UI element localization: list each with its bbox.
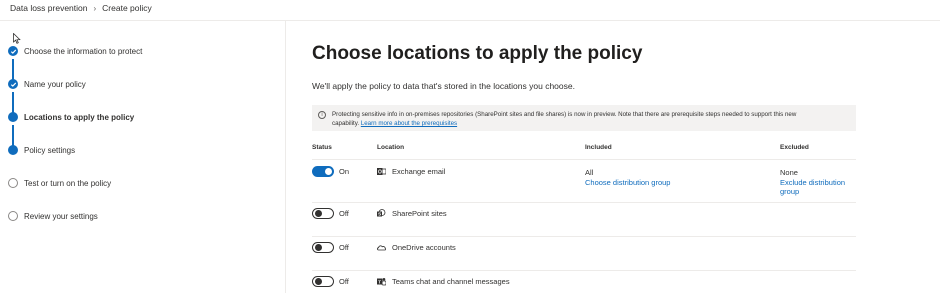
- page-title: Choose locations to apply the policy: [312, 43, 643, 64]
- sharepoint-sites-toggle[interactable]: [312, 208, 334, 219]
- choose-distribution-group-link[interactable]: Choose distribution group: [585, 178, 670, 187]
- learn-more-link[interactable]: Learn more about the prerequisites: [361, 120, 457, 127]
- onedrive-accounts-toggle[interactable]: [312, 242, 334, 253]
- toggle-state-label: Off: [339, 277, 349, 286]
- toggle-state-label: Off: [339, 209, 349, 218]
- location-name: Teams chat and channel messages: [392, 277, 510, 286]
- preview-info-banner: i Protecting sensitive info in on-premis…: [312, 105, 856, 131]
- teams-icon: T: [377, 278, 386, 286]
- onedrive-icon: [377, 245, 386, 251]
- column-header-location[interactable]: Location: [377, 144, 404, 151]
- checkmark-icon: [8, 46, 18, 56]
- excluded-value: None: [780, 168, 798, 177]
- location-name: Exchange email: [392, 167, 446, 176]
- row-divider: [312, 236, 856, 237]
- step-review-settings[interactable]: Review your settings: [8, 209, 98, 223]
- step-test-or-turn-on[interactable]: Test or turn on the policy: [8, 176, 111, 190]
- row-divider: [312, 159, 856, 160]
- step-label: Name your policy: [24, 79, 86, 89]
- chevron-right-icon: ›: [93, 3, 97, 13]
- row-divider: [312, 202, 856, 203]
- breadcrumb-current: Create policy: [102, 3, 152, 13]
- exchange-email-toggle[interactable]: [312, 166, 334, 177]
- breadcrumb: Data loss prevention › Create policy: [10, 1, 152, 15]
- svg-text:S: S: [378, 212, 381, 217]
- banner-text: capability.: [332, 120, 360, 127]
- step-label: Review your settings: [24, 211, 98, 221]
- info-icon: i: [318, 111, 326, 119]
- step-dot-icon: [8, 145, 18, 155]
- step-locations[interactable]: Locations to apply the policy: [8, 110, 134, 124]
- step-label: Policy settings: [24, 145, 76, 155]
- toggle-state-label: Off: [339, 243, 349, 252]
- breadcrumb-root-link[interactable]: Data loss prevention: [10, 3, 88, 13]
- step-label: Locations to apply the policy: [24, 112, 135, 122]
- empty-step-circle-icon: [8, 211, 18, 221]
- step-label: Test or turn on the policy: [24, 178, 112, 188]
- mouse-cursor-icon: [13, 33, 21, 44]
- step-choose-information[interactable]: Choose the information to protect: [8, 44, 142, 58]
- column-header-status[interactable]: Status: [312, 144, 332, 151]
- location-name: OneDrive accounts: [392, 243, 456, 252]
- banner-text: Protecting sensitive info in on-premises…: [332, 111, 797, 118]
- column-header-excluded[interactable]: Excluded: [780, 144, 809, 151]
- step-policy-settings[interactable]: Policy settings: [8, 143, 75, 157]
- included-value: All: [585, 168, 594, 177]
- column-header-included[interactable]: Included: [585, 144, 612, 151]
- sharepoint-icon: S: [377, 209, 386, 217]
- checkmark-icon: [8, 79, 18, 89]
- outlook-icon: O: [377, 168, 386, 176]
- svg-text:T: T: [378, 279, 381, 284]
- page-subtitle: We'll apply the policy to data that's st…: [312, 81, 575, 91]
- teams-chat-toggle[interactable]: [312, 276, 334, 287]
- exclude-distribution-group-link[interactable]: Exclude distribution group: [780, 178, 854, 196]
- location-name: SharePoint sites: [392, 209, 447, 218]
- row-divider: [312, 270, 856, 271]
- main-content: Choose locations to apply the policy We'…: [312, 21, 932, 293]
- current-step-dot-icon: [8, 112, 18, 122]
- empty-step-circle-icon: [8, 178, 18, 188]
- svg-text:O: O: [378, 170, 382, 176]
- toggle-state-label: On: [339, 167, 350, 176]
- step-name-policy[interactable]: Name your policy: [8, 77, 86, 91]
- step-label: Choose the information to protect: [24, 46, 143, 56]
- wizard-steps: Choose the information to protect Name y…: [0, 21, 286, 293]
